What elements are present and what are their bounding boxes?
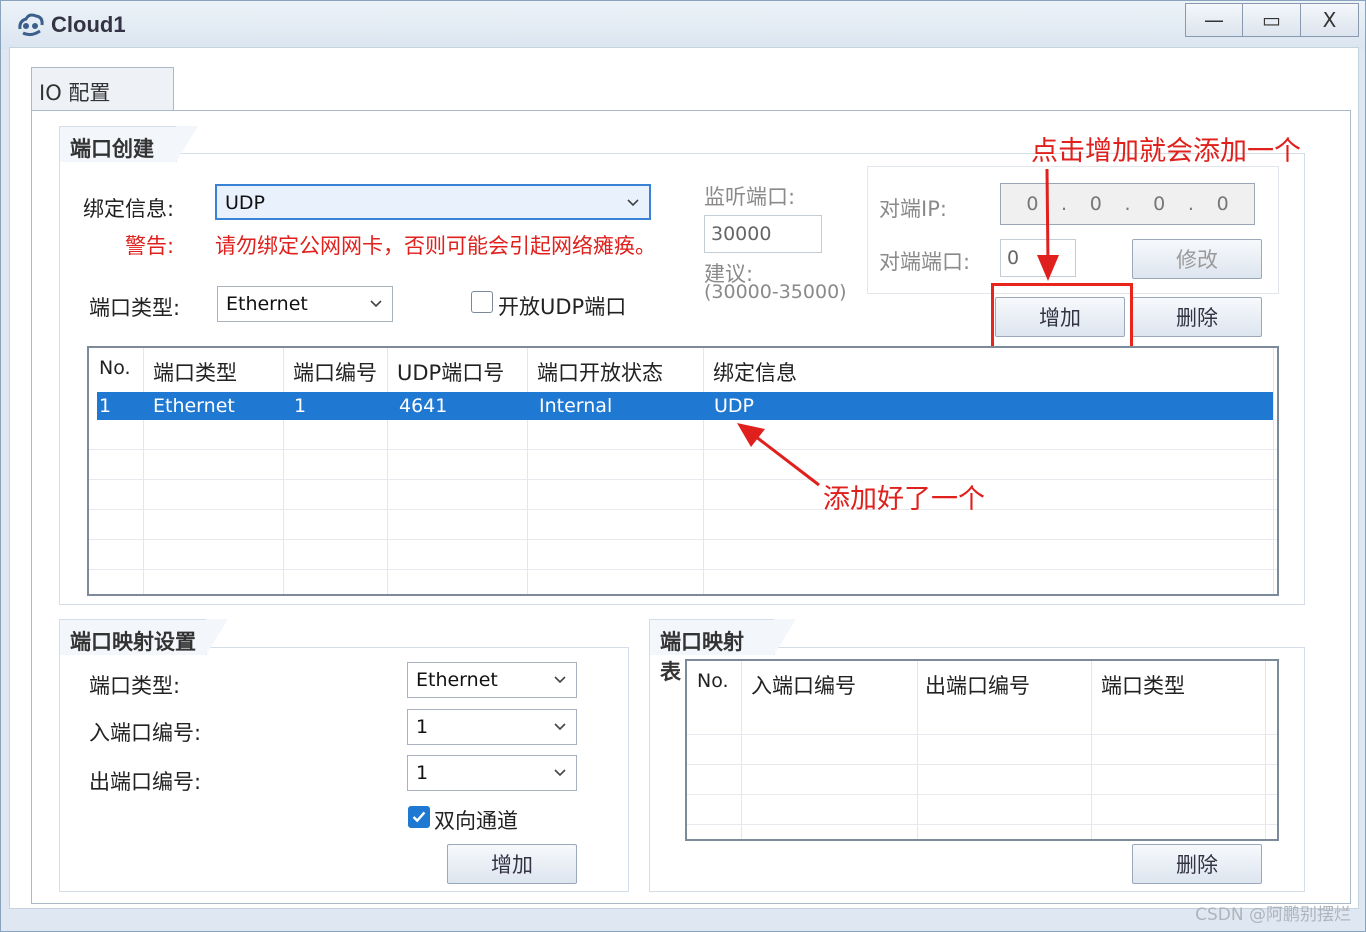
empty-row [687, 765, 1277, 795]
out-port-select[interactable]: 1 [407, 755, 577, 791]
empty-row [687, 735, 1277, 765]
bind-info-value: UDP [225, 192, 265, 214]
chevron-down-icon [370, 300, 382, 308]
port-table[interactable]: No. 端口类型 端口编号 UDP端口号 端口开放状态 绑定信息 1 Ether… [87, 346, 1279, 596]
empty-row [89, 480, 1277, 510]
col-open-state: 端口开放状态 [537, 361, 663, 385]
out-port-value: 1 [416, 762, 429, 784]
add-button-highlight [991, 283, 1133, 349]
row-no: 1 [99, 395, 112, 417]
empty-row [89, 450, 1277, 480]
port-map-settings-title: 端口映射设置 [59, 619, 228, 655]
in-port-select[interactable]: 1 [407, 709, 577, 745]
map-col-in-port: 入端口编号 [751, 674, 856, 698]
map-add-button[interactable]: 增加 [447, 844, 577, 884]
add-hint-annotation: 点击增加就会添加一个 [1031, 136, 1301, 167]
cloud-app-icon [18, 13, 44, 37]
ip-octet-3: 0 [1153, 193, 1166, 215]
peer-port-value: 0 [1007, 247, 1020, 269]
bind-info-select[interactable]: UDP [215, 184, 651, 220]
ip-octet-2: 0 [1089, 193, 1102, 215]
listen-port-input[interactable]: 30000 [704, 215, 822, 253]
row-udp-port: 4641 [399, 395, 448, 417]
col-port-number: 端口编号 [293, 361, 377, 385]
ip-dot: . [1187, 193, 1194, 215]
port-map-table[interactable]: No. 入端口编号 出端口编号 端口类型 [685, 659, 1279, 841]
row-open-state: Internal [539, 395, 613, 417]
chevron-down-icon [627, 199, 639, 207]
map-port-type-label: 端口类型: [89, 674, 181, 698]
window-controls: — ▭ X [1185, 3, 1359, 37]
peer-port-label: 对端端口: [879, 250, 971, 274]
map-col-no: No. [697, 670, 729, 692]
ip-octet-4: 0 [1216, 193, 1229, 215]
bind-info-label: 绑定信息: [83, 197, 175, 221]
port-map-table-title: 端口映射表 [649, 619, 796, 684]
cloud1-window: Cloud1 — ▭ X IO 配置 端口创建 绑定信息: UDP 警告: 请勿… [0, 0, 1366, 932]
close-button[interactable]: X [1301, 3, 1359, 37]
arrow-down-icon [1037, 168, 1059, 281]
port-type-label: 端口类型: [89, 296, 181, 320]
listen-port-value: 30000 [711, 223, 772, 245]
map-port-type-value: Ethernet [416, 669, 498, 691]
maximize-button[interactable]: ▭ [1243, 3, 1301, 37]
empty-row [687, 795, 1277, 825]
chevron-down-icon [554, 676, 566, 684]
col-no: No. [99, 357, 131, 379]
col-port-type: 端口类型 [153, 361, 237, 385]
row-port-type: Ethernet [153, 395, 235, 417]
port-table-header: No. 端口类型 端口编号 UDP端口号 端口开放状态 绑定信息 [89, 348, 1277, 390]
open-udp-checkbox[interactable] [471, 291, 493, 313]
chevron-down-icon [554, 769, 566, 777]
bidirectional-checkbox[interactable] [408, 806, 430, 828]
tab-io-config-label: IO 配置 [39, 81, 111, 105]
ip-dot: . [1124, 193, 1131, 215]
col-udp-port: UDP端口号 [397, 361, 505, 385]
map-delete-button[interactable]: 删除 [1132, 844, 1262, 884]
port-map-table-header: No. 入端口编号 出端口编号 端口类型 [687, 661, 1277, 703]
map-col-out-port: 出端口编号 [925, 674, 1030, 698]
table-row[interactable]: 1 Ethernet 1 4641 Internal UDP [97, 392, 1273, 420]
window-title: Cloud1 [51, 12, 126, 37]
open-udp-label: 开放UDP端口 [498, 295, 627, 319]
port-create-title: 端口创建 [59, 126, 198, 162]
row-bind-info: UDP [714, 395, 754, 417]
minimize-button[interactable]: — [1185, 3, 1243, 37]
suggest-range: (30000-35000) [704, 281, 847, 303]
chevron-down-icon [554, 723, 566, 731]
out-port-label: 出端口编号: [89, 770, 202, 794]
in-port-label: 入端口编号: [89, 721, 202, 745]
checkmark-icon [412, 811, 426, 823]
added-hint-annotation: 添加好了一个 [823, 484, 985, 515]
modify-button[interactable]: 修改 [1132, 239, 1262, 279]
map-col-port-type: 端口类型 [1101, 674, 1185, 698]
peer-ip-label: 对端IP: [879, 197, 947, 221]
in-port-value: 1 [416, 716, 429, 738]
empty-row [89, 540, 1277, 570]
row-port-number: 1 [294, 395, 307, 417]
delete-port-button[interactable]: 删除 [1132, 297, 1262, 337]
bidirectional-label: 双向通道 [434, 809, 518, 833]
title-bar[interactable]: Cloud1 — ▭ X [1, 1, 1365, 49]
empty-row [687, 705, 1277, 735]
empty-row [89, 420, 1277, 450]
warning-label: 警告: [125, 234, 175, 258]
map-port-type-select[interactable]: Ethernet [407, 662, 577, 698]
port-type-select[interactable]: Ethernet [217, 286, 393, 322]
warning-text: 请勿绑定公网网卡，否则可能会引起网络瘫痪。 [215, 234, 656, 258]
watermark: CSDN @阿鹏别摆烂 [1195, 905, 1351, 925]
port-type-value: Ethernet [226, 293, 308, 315]
listen-port-label: 监听端口: [704, 185, 796, 209]
empty-row [89, 510, 1277, 540]
arrow-up-left-icon [737, 423, 820, 487]
col-bind-info: 绑定信息 [713, 361, 797, 385]
